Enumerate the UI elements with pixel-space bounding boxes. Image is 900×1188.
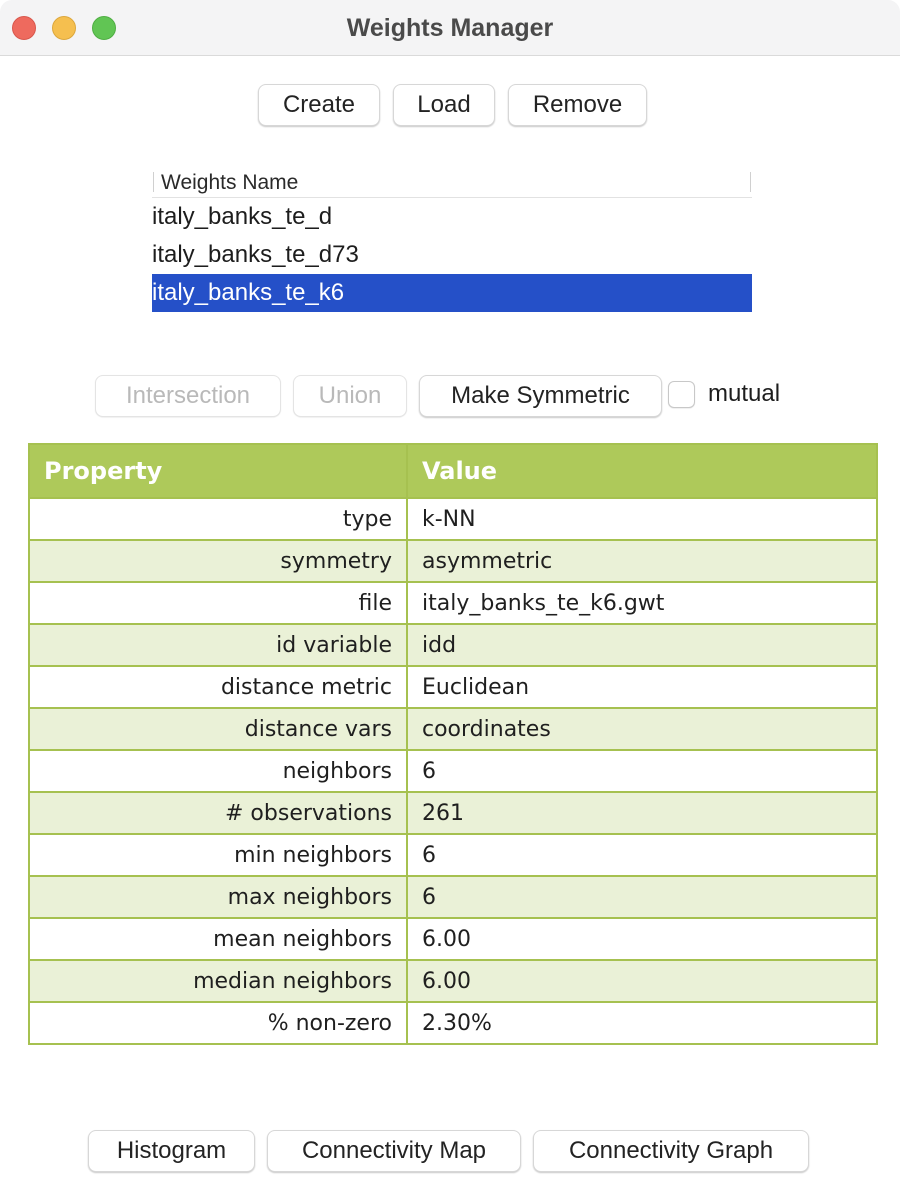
- property-value-cell: Euclidean: [406, 665, 878, 709]
- property-value-cell: idd: [406, 623, 878, 667]
- remove-button[interactable]: Remove: [508, 84, 647, 126]
- intersection-button[interactable]: Intersection: [95, 375, 281, 417]
- create-button[interactable]: Create: [258, 84, 380, 126]
- value-column-header: Value: [406, 443, 878, 499]
- weights-list-item-selected[interactable]: italy_banks_te_k6: [152, 274, 752, 312]
- weights-list[interactable]: Weights Name italy_banks_te_d italy_bank…: [152, 168, 752, 316]
- property-row: id variable idd: [28, 623, 878, 667]
- property-value-cell: 6: [406, 749, 878, 793]
- property-name-cell: min neighbors: [28, 833, 408, 877]
- property-value-cell: k-NN: [406, 497, 878, 541]
- window-title: Weights Manager: [346, 14, 554, 42]
- weights-manager-window: Weights Manager Create Load Remove Weigh…: [0, 0, 900, 1188]
- property-name-cell: file: [28, 581, 408, 625]
- property-name-cell: max neighbors: [28, 875, 408, 919]
- property-row: neighbors 6: [28, 749, 878, 793]
- property-name-cell: mean neighbors: [28, 917, 408, 961]
- connectivity-graph-button[interactable]: Connectivity Graph: [533, 1130, 809, 1172]
- property-name-cell: id variable: [28, 623, 408, 667]
- property-value-cell: coordinates: [406, 707, 878, 751]
- weights-list-item[interactable]: italy_banks_te_d73: [152, 236, 752, 274]
- property-name-cell: neighbors: [28, 749, 408, 793]
- histogram-button[interactable]: Histogram: [88, 1130, 255, 1172]
- property-value-cell: italy_banks_te_k6.gwt: [406, 581, 878, 625]
- connectivity-map-button[interactable]: Connectivity Map: [267, 1130, 521, 1172]
- property-row: # observations 261: [28, 791, 878, 835]
- property-name-cell: type: [28, 497, 408, 541]
- mutual-checkbox[interactable]: [668, 381, 695, 408]
- column-separator: [153, 172, 154, 192]
- property-value-cell: 2.30%: [406, 1001, 878, 1045]
- mutual-label: mutual: [708, 380, 781, 407]
- property-row: type k-NN: [28, 497, 878, 541]
- property-value-cell: 261: [406, 791, 878, 835]
- property-name-cell: distance vars: [28, 707, 408, 751]
- title-bar: Weights Manager: [0, 0, 900, 56]
- property-row: % non-zero 2.30%: [28, 1001, 878, 1045]
- property-value-cell: 6: [406, 875, 878, 919]
- property-name-cell: % non-zero: [28, 1001, 408, 1045]
- properties-table-header-row: Property Value: [28, 443, 878, 499]
- property-value-cell: 6: [406, 833, 878, 877]
- properties-table-body: type k-NN symmetry asymmetric file italy_bank…: [28, 497, 878, 1045]
- property-name-cell: symmetry: [28, 539, 408, 583]
- column-separator: [750, 172, 751, 192]
- property-row: mean neighbors 6.00: [28, 917, 878, 961]
- load-button[interactable]: Load: [393, 84, 495, 126]
- property-name-cell: median neighbors: [28, 959, 408, 1003]
- property-row: file italy_banks_te_k6.gwt: [28, 581, 878, 625]
- property-name-cell: # observations: [28, 791, 408, 835]
- property-row: distance metric Euclidean: [28, 665, 878, 709]
- property-column-header: Property: [28, 443, 408, 499]
- property-row: min neighbors 6: [28, 833, 878, 877]
- property-row: max neighbors 6: [28, 875, 878, 919]
- properties-table: Property Value type k-NN symmetry asymmetri…: [28, 443, 878, 1045]
- weights-list-item[interactable]: italy_banks_te_d: [152, 198, 752, 236]
- weights-list-header[interactable]: Weights Name: [152, 168, 752, 198]
- property-value-cell: 6.00: [406, 917, 878, 961]
- make-symmetric-button[interactable]: Make Symmetric: [419, 375, 662, 417]
- property-row: distance vars coordinates: [28, 707, 878, 751]
- property-value-cell: 6.00: [406, 959, 878, 1003]
- property-row: symmetry asymmetric: [28, 539, 878, 583]
- union-button[interactable]: Union: [293, 375, 407, 417]
- weights-name-column-header: Weights Name: [161, 171, 299, 194]
- property-row: median neighbors 6.00: [28, 959, 878, 1003]
- property-name-cell: distance metric: [28, 665, 408, 709]
- property-value-cell: asymmetric: [406, 539, 878, 583]
